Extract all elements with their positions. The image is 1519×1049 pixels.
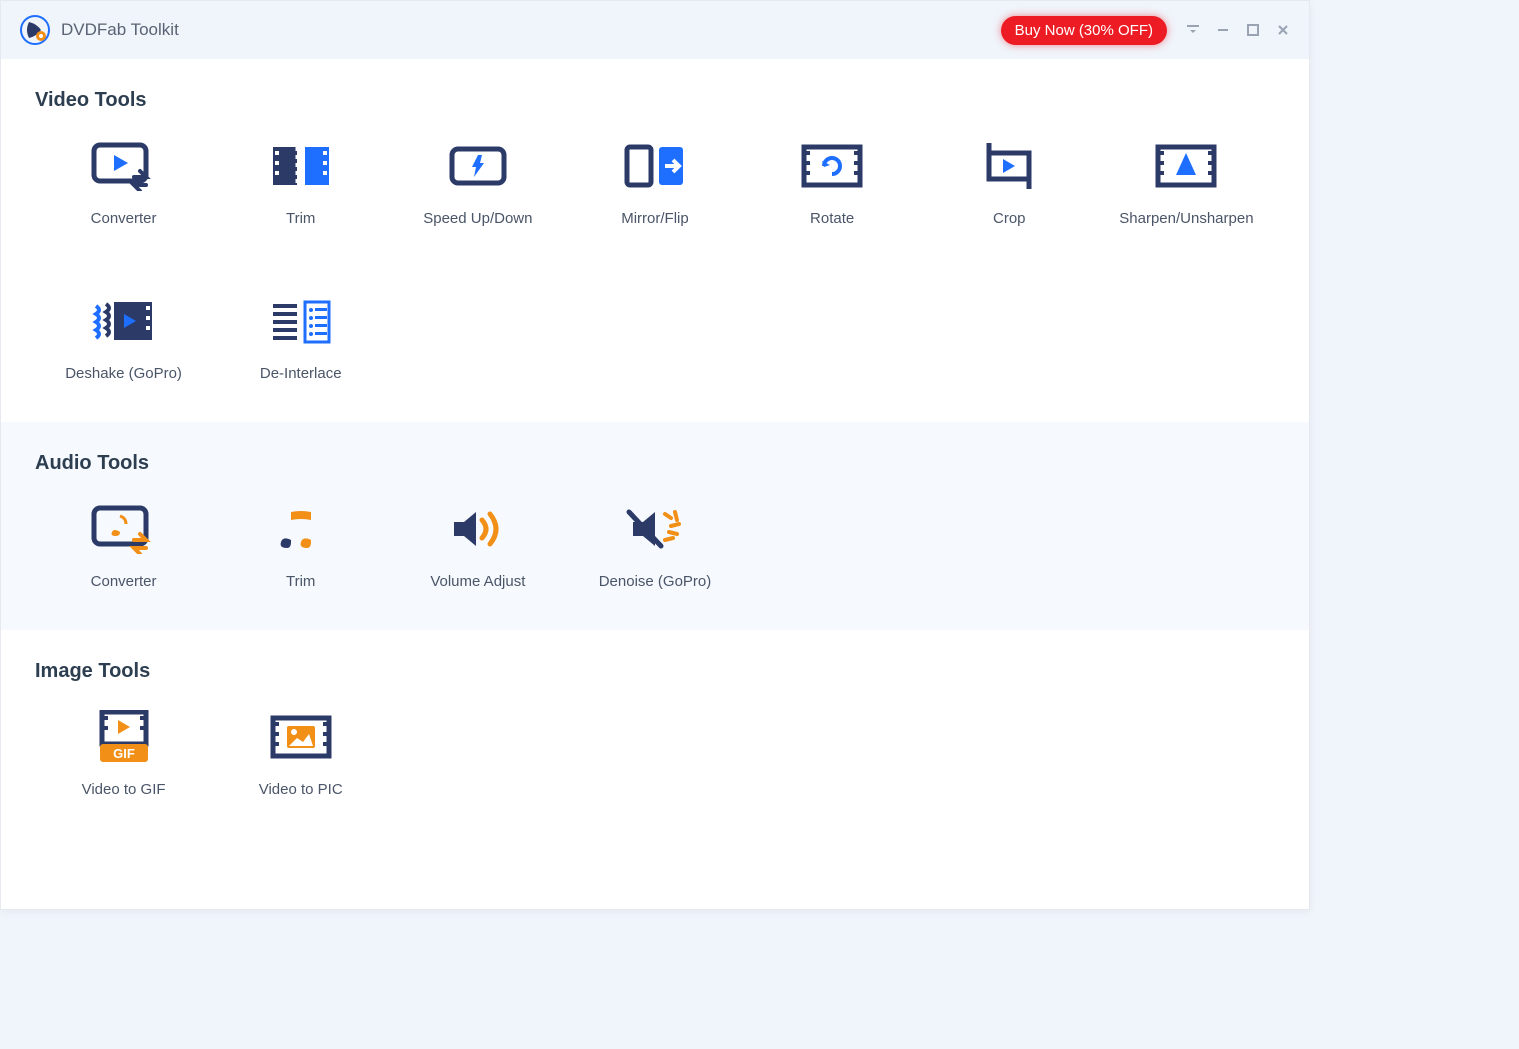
volume-icon	[442, 503, 514, 555]
window-controls	[1185, 22, 1291, 38]
app-window: DVDFab Toolkit Buy Now (30% OFF) Video T…	[0, 0, 1310, 910]
tool-label: Deshake (GoPro)	[65, 365, 182, 382]
tool-label: Trim	[286, 573, 315, 590]
section-image-tools: Image Tools GIF Video to GIF	[1, 630, 1309, 838]
pic-icon	[265, 711, 337, 763]
tool-crop[interactable]: Crop	[921, 140, 1098, 227]
titlebar: DVDFab Toolkit Buy Now (30% OFF)	[1, 1, 1309, 59]
deinterlace-icon	[265, 295, 337, 347]
deshake-icon	[88, 295, 160, 347]
tool-label: Video to GIF	[82, 781, 166, 798]
minimize-button[interactable]	[1215, 22, 1231, 38]
trim-icon	[265, 140, 337, 192]
mirror-icon	[619, 140, 691, 192]
tool-audio-converter[interactable]: Converter	[35, 503, 212, 590]
tool-label: Converter	[91, 573, 157, 590]
tool-deshake[interactable]: Deshake (GoPro)	[35, 295, 212, 382]
sharpen-icon	[1150, 140, 1222, 192]
content-area: Video Tools Converter	[1, 59, 1309, 909]
audio-trim-icon	[265, 503, 337, 555]
section-title-audio: Audio Tools	[35, 452, 1275, 475]
converter-icon	[88, 140, 160, 192]
audio-tools-grid: Converter Trim	[35, 503, 1275, 590]
section-title-video: Video Tools	[35, 89, 1275, 112]
tool-label: Converter	[91, 210, 157, 227]
tool-denoise[interactable]: Denoise (GoPro)	[566, 503, 743, 590]
tool-video-converter[interactable]: Converter	[35, 140, 212, 227]
tool-label: Video to PIC	[259, 781, 343, 798]
app-title: DVDFab Toolkit	[61, 20, 179, 40]
audio-converter-icon	[88, 503, 160, 555]
section-audio-tools: Audio Tools Converter	[1, 422, 1309, 630]
tool-video-to-pic[interactable]: Video to PIC	[212, 711, 389, 798]
tool-audio-trim[interactable]: Trim	[212, 503, 389, 590]
maximize-button[interactable]	[1245, 22, 1261, 38]
tool-volume-adjust[interactable]: Volume Adjust	[389, 503, 566, 590]
menu-dropdown-icon[interactable]	[1185, 22, 1201, 38]
tool-label: Volume Adjust	[430, 573, 525, 590]
close-button[interactable]	[1275, 22, 1291, 38]
app-logo-icon	[19, 14, 51, 46]
speed-icon	[442, 140, 514, 192]
section-video-tools: Video Tools Converter	[1, 59, 1309, 422]
tool-label: Speed Up/Down	[423, 210, 532, 227]
tool-video-trim[interactable]: Trim	[212, 140, 389, 227]
tool-speed[interactable]: Speed Up/Down	[389, 140, 566, 227]
tool-video-to-gif[interactable]: GIF Video to GIF	[35, 711, 212, 798]
tool-sharpen[interactable]: Sharpen/Unsharpen	[1098, 140, 1275, 227]
tool-label: Sharpen/Unsharpen	[1119, 210, 1253, 227]
video-tools-grid: Converter Trim	[35, 140, 1275, 382]
tool-label: Trim	[286, 210, 315, 227]
section-title-image: Image Tools	[35, 660, 1275, 683]
buy-now-button[interactable]: Buy Now (30% OFF)	[1001, 16, 1167, 45]
tool-label: Denoise (GoPro)	[599, 573, 712, 590]
tool-label: Rotate	[810, 210, 854, 227]
rotate-icon	[796, 140, 868, 192]
image-tools-grid: GIF Video to GIF	[35, 711, 1275, 798]
tool-label: Mirror/Flip	[621, 210, 689, 227]
tool-mirror-flip[interactable]: Mirror/Flip	[566, 140, 743, 227]
tool-rotate[interactable]: Rotate	[744, 140, 921, 227]
svg-text:GIF: GIF	[113, 746, 135, 761]
tool-label: De-Interlace	[260, 365, 342, 382]
denoise-icon	[619, 503, 691, 555]
tool-deinterlace[interactable]: De-Interlace	[212, 295, 389, 382]
crop-icon	[973, 140, 1045, 192]
tool-label: Crop	[993, 210, 1026, 227]
gif-icon: GIF	[88, 711, 160, 763]
